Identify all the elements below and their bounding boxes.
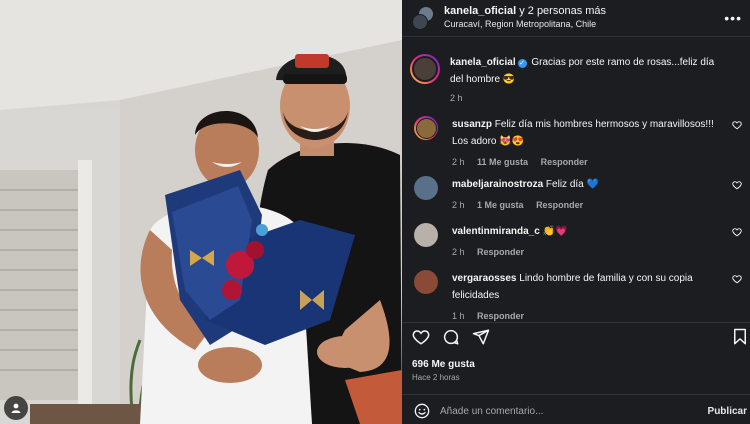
- comment-time[interactable]: 1 h: [452, 311, 465, 321]
- reply-button[interactable]: Responder: [477, 247, 524, 257]
- post-caption: kanela_oficial ✓ Gracias por este ramo de…: [410, 54, 740, 107]
- comment-username[interactable]: susanzp: [452, 119, 492, 130]
- comment-time[interactable]: 2 h: [452, 157, 465, 167]
- more-horizontal-icon[interactable]: •••: [724, 10, 742, 26]
- comment-body: valentinmiranda_c 👏💗 2 h Responder: [452, 223, 718, 261]
- avatar: [412, 14, 428, 30]
- post-location[interactable]: Curacaví, Region Metropolitana, Chile: [444, 18, 606, 31]
- avatar: [415, 117, 437, 139]
- post-photo-image: [0, 0, 402, 424]
- divider: [402, 394, 750, 395]
- comment-like-heart-icon[interactable]: [732, 120, 742, 130]
- share-icon[interactable]: [472, 328, 490, 346]
- comment-username[interactable]: mabeljarainostroza: [452, 179, 543, 190]
- comment-body: mabeljarainostroza Feliz día 💙 2 h 1 Me …: [452, 176, 718, 214]
- post-timestamp[interactable]: Hace 2 horas: [412, 373, 460, 382]
- comment-avatar[interactable]: [414, 116, 438, 140]
- verified-badge-icon: ✓: [517, 59, 527, 68]
- reply-button[interactable]: Responder: [536, 200, 583, 210]
- coauthors-text[interactable]: y 2 personas más: [516, 5, 606, 17]
- post-header: kanela_oficial y 2 personas más Curacaví…: [402, 0, 750, 36]
- reply-button[interactable]: Responder: [541, 157, 588, 167]
- comment-avatar[interactable]: [414, 270, 438, 294]
- caption-username[interactable]: kanela_oficial: [450, 57, 516, 68]
- comment-text: Feliz día mis hombres hermosos y maravil…: [452, 119, 714, 147]
- heart-icon[interactable]: [412, 328, 430, 346]
- comment-item: susanzp Feliz día mis hombres hermosos y…: [414, 116, 744, 171]
- comment-avatar[interactable]: [414, 223, 438, 247]
- comment-username[interactable]: vergaraosses: [452, 273, 517, 284]
- comment-meta: 2 h 1 Me gusta Responder: [452, 197, 718, 214]
- post-author-info: kanela_oficial y 2 personas más Curacaví…: [444, 5, 606, 31]
- comment-likes[interactable]: 1 Me gusta: [477, 200, 524, 210]
- comment-like-heart-icon[interactable]: [732, 180, 742, 190]
- post-author-line: kanela_oficial y 2 personas más: [444, 5, 606, 18]
- author-username[interactable]: kanela_oficial: [444, 5, 516, 17]
- comment-item: vergaraosses Lindo hombre de familia y c…: [414, 270, 744, 325]
- tagged-users-icon[interactable]: [4, 396, 28, 420]
- comment-username[interactable]: valentinmiranda_c: [452, 226, 540, 237]
- post-photo[interactable]: [0, 0, 402, 424]
- comment-body: susanzp Feliz día mis hombres hermosos y…: [452, 116, 718, 171]
- comment-text: 👏💗: [539, 226, 568, 237]
- comment-time[interactable]: 2 h: [452, 247, 465, 257]
- comment-like-heart-icon[interactable]: [732, 274, 742, 284]
- comment-meta: 2 h 11 Me gusta Responder: [452, 154, 718, 171]
- avatar: [412, 56, 438, 82]
- comment-text: Feliz día 💙: [543, 179, 599, 190]
- comment-meta: 2 h Responder: [452, 244, 718, 261]
- divider: [402, 36, 750, 37]
- user-icon: [11, 403, 21, 413]
- caption-avatar[interactable]: [410, 54, 440, 84]
- coauthor-avatars[interactable]: [412, 6, 436, 30]
- post-actions-bar: [412, 328, 746, 350]
- caption-body: kanela_oficial ✓ Gracias por este ramo de…: [450, 54, 720, 107]
- add-comment-bar: Publicar: [402, 398, 750, 424]
- likes-count[interactable]: 696 Me gusta: [412, 359, 475, 370]
- comment-input[interactable]: [440, 405, 690, 417]
- divider: [402, 322, 750, 323]
- comment-body: vergaraosses Lindo hombre de familia y c…: [452, 270, 718, 325]
- post-side-panel: kanela_oficial y 2 personas más Curacaví…: [402, 0, 750, 424]
- comment-icon[interactable]: [442, 328, 460, 346]
- publish-button[interactable]: Publicar: [708, 406, 747, 417]
- reply-button[interactable]: Responder: [477, 311, 524, 321]
- comment-item: mabeljarainostroza Feliz día 💙 2 h 1 Me …: [414, 176, 744, 214]
- comment-likes[interactable]: 11 Me gusta: [477, 157, 528, 167]
- comment-like-heart-icon[interactable]: [732, 227, 742, 237]
- emoji-icon[interactable]: [414, 403, 430, 419]
- caption-time[interactable]: 2 h: [450, 90, 720, 107]
- bookmark-icon[interactable]: [732, 328, 748, 346]
- comment-item: valentinmiranda_c 👏💗 2 h Responder: [414, 223, 744, 261]
- comment-time[interactable]: 2 h: [452, 200, 465, 210]
- comment-avatar[interactable]: [414, 176, 438, 200]
